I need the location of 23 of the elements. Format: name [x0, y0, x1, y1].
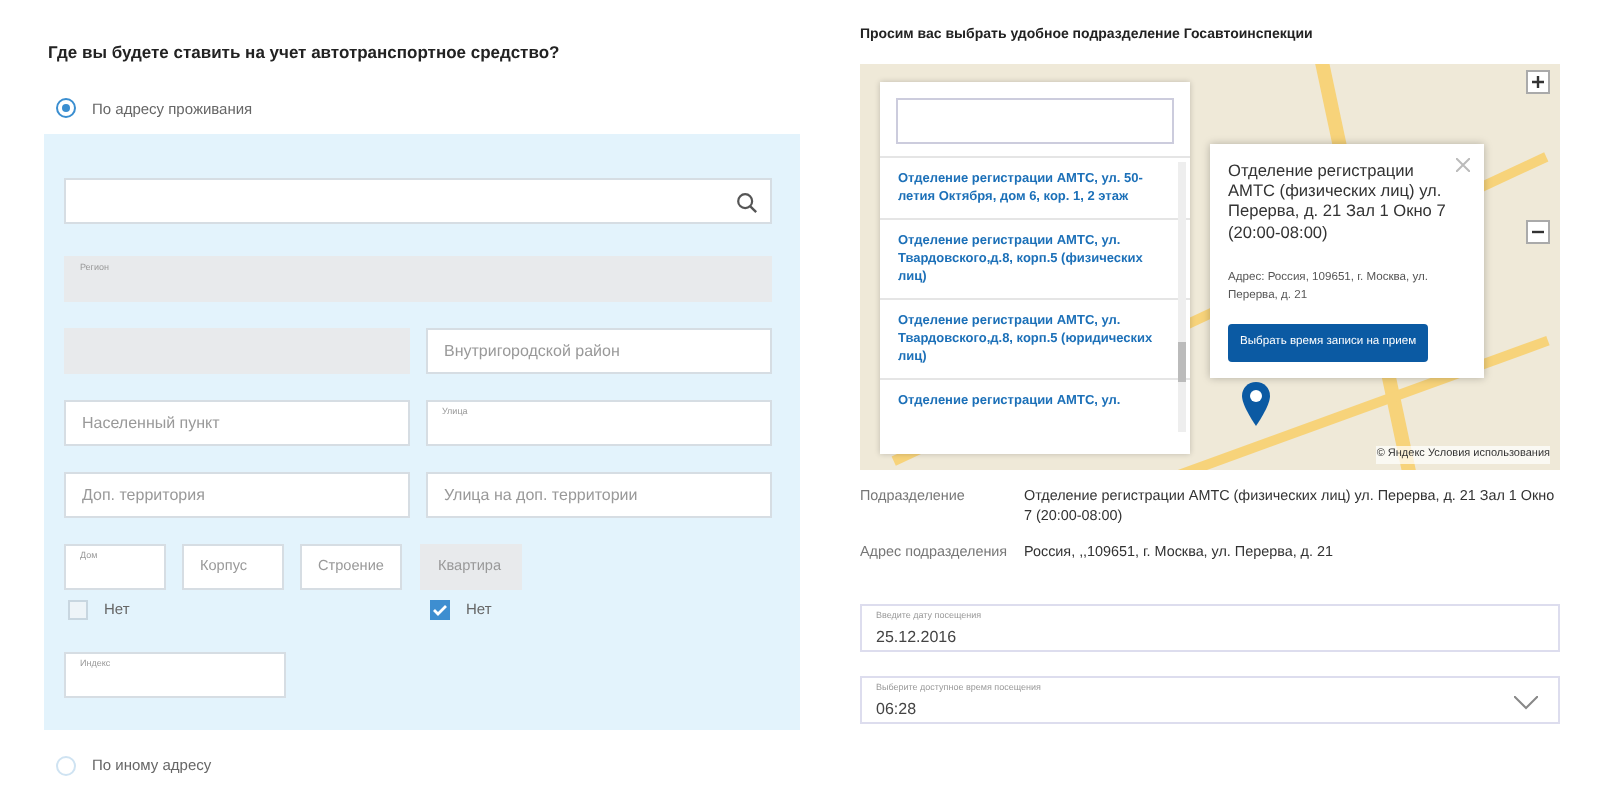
zoom-in-icon[interactable]	[1526, 69, 1550, 93]
placeholder-text: Улица на доп. территории	[444, 483, 638, 507]
input-field[interactable]: Улица на доп. территории	[426, 472, 772, 518]
field-value: 06:28	[876, 700, 917, 719]
checkbox[interactable]	[430, 599, 450, 620]
search-icon[interactable]	[736, 192, 758, 214]
popup-title: Отделение регистрации АМТС (физических лиц) ул. Перерва, д. 21 Зал 1 Окно 7 (20:00-08:00)	[1228, 159, 1448, 242]
placeholder-text: Внутригородской район	[444, 339, 620, 363]
chevron-down-icon[interactable]	[1514, 696, 1538, 711]
input-field[interactable]: Населенный пункт	[64, 400, 410, 446]
search-field[interactable]	[896, 97, 1174, 143]
map[interactable]	[860, 63, 1560, 469]
field-value: 25.12.2016	[876, 628, 957, 647]
zoom-out-icon[interactable]	[1526, 219, 1550, 243]
placeholder-text: Населенный пункт	[82, 411, 220, 435]
input-field[interactable]: Внутригородской район	[426, 328, 772, 374]
map-pin-icon[interactable]	[1242, 381, 1270, 425]
radio-button[interactable]	[56, 98, 76, 119]
search-field[interactable]	[64, 178, 772, 224]
form-title: Где вы будете ставить на учет автотранспортное средство?	[48, 40, 562, 66]
input-field[interactable]: Доп. территория	[64, 472, 410, 518]
close-icon[interactable]	[1456, 157, 1470, 171]
placeholder-text: Доп. территория	[82, 483, 205, 507]
